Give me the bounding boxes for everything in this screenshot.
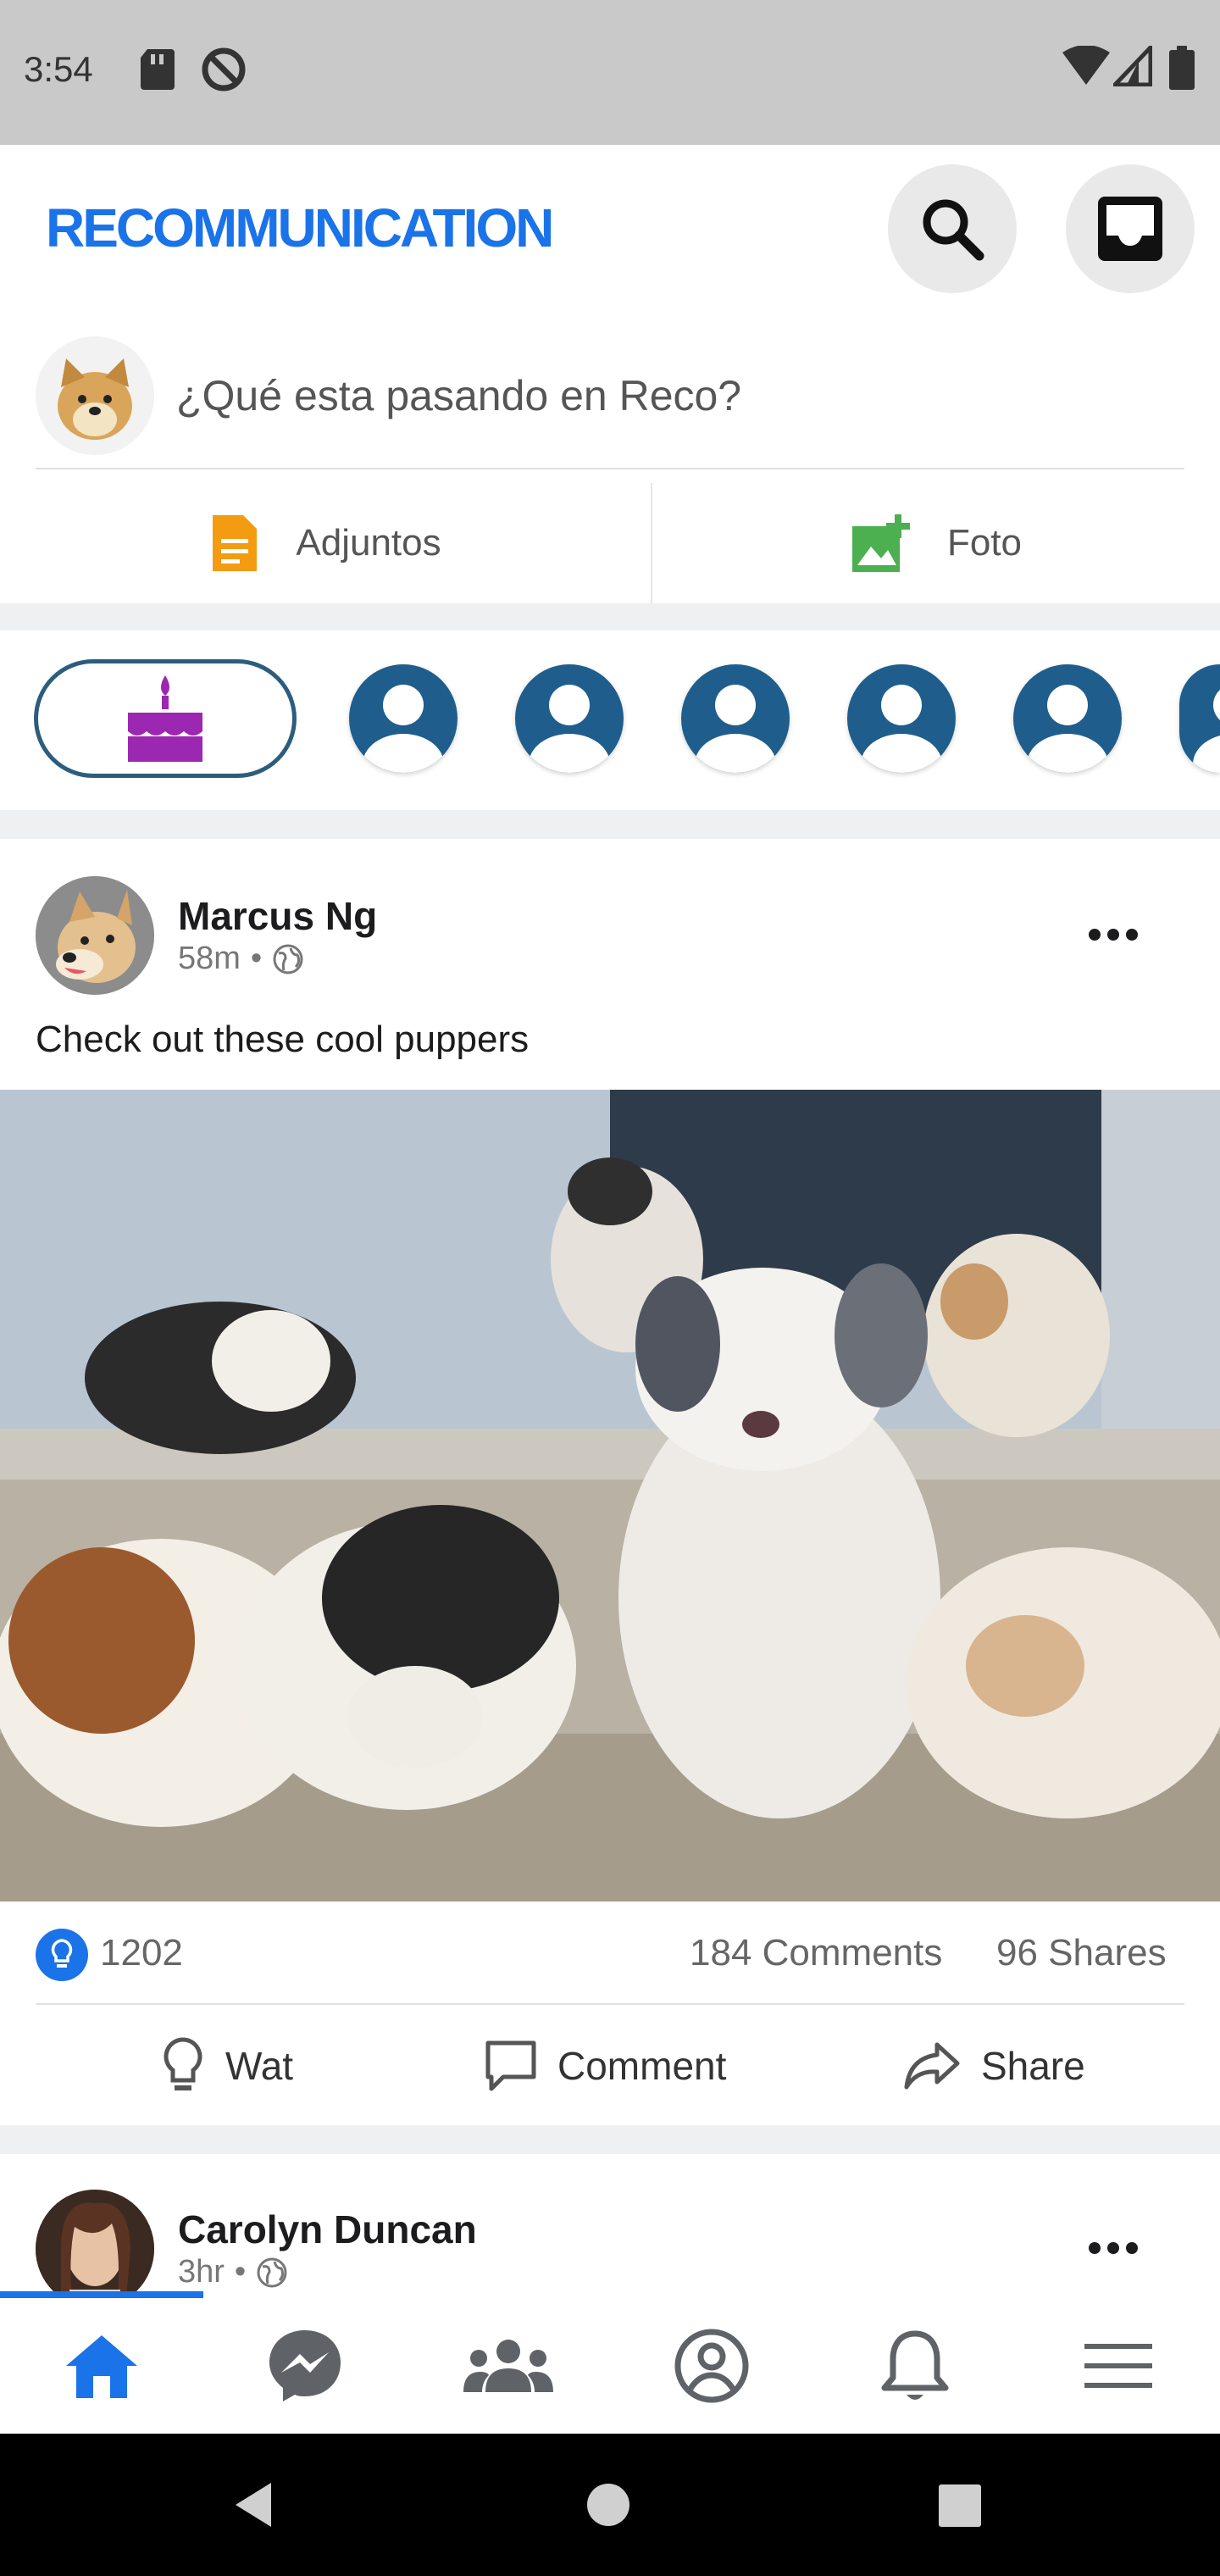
globe-icon bbox=[273, 944, 303, 974]
nav-groups[interactable] bbox=[407, 2298, 610, 2434]
inbox-icon bbox=[1098, 197, 1162, 261]
signal-icon bbox=[1113, 46, 1152, 86]
likes-count[interactable]: 1202 bbox=[100, 1932, 183, 1974]
like-button[interactable]: Wat bbox=[161, 2024, 293, 2108]
meta-dot: • bbox=[234, 2254, 247, 2290]
post-author-name[interactable]: Marcus Ng bbox=[178, 893, 377, 939]
groups-icon bbox=[463, 2340, 553, 2392]
nav-notifications[interactable] bbox=[813, 2298, 1017, 2434]
nav-profile[interactable] bbox=[610, 2298, 813, 2434]
story-avatar[interactable] bbox=[1179, 664, 1220, 773]
story-avatar[interactable] bbox=[1013, 664, 1122, 773]
story-avatar[interactable] bbox=[349, 664, 458, 773]
inbox-button[interactable] bbox=[1066, 164, 1195, 293]
comments-count[interactable]: 184 Comments bbox=[690, 1932, 942, 1974]
nav-active-indicator bbox=[0, 2291, 203, 2298]
photo-label: Foto bbox=[946, 522, 1023, 564]
hamburger-menu-icon bbox=[1084, 2344, 1152, 2388]
home-icon bbox=[66, 2335, 137, 2398]
add-photo-icon bbox=[851, 514, 910, 572]
post-time: 58m bbox=[178, 941, 241, 976]
back-icon[interactable] bbox=[232, 2481, 274, 2529]
post-photo[interactable] bbox=[0, 1090, 1220, 1901]
status-bar: 3:54 bbox=[0, 0, 1220, 145]
section-separator bbox=[0, 2125, 1220, 2154]
recents-icon[interactable] bbox=[939, 2484, 981, 2527]
bottom-nav bbox=[0, 2298, 1220, 2434]
nav-messenger[interactable] bbox=[203, 2298, 407, 2434]
puppies-image bbox=[0, 1090, 1220, 1901]
share-label: Share bbox=[981, 2044, 1085, 2088]
messenger-icon bbox=[269, 2330, 341, 2401]
system-nav-bar bbox=[0, 2434, 1220, 2576]
attach-button[interactable]: Adjuntos bbox=[0, 483, 651, 603]
woman-avatar-icon bbox=[36, 2190, 154, 2308]
bell-icon bbox=[881, 2330, 949, 2400]
document-icon bbox=[213, 515, 258, 571]
dog-avatar-icon bbox=[36, 876, 154, 995]
birthday-button[interactable] bbox=[34, 659, 297, 778]
story-avatar[interactable] bbox=[681, 664, 790, 773]
account-circle-icon bbox=[674, 2329, 749, 2403]
post-text: Check out these cool puppers bbox=[36, 1019, 530, 1060]
person-icon bbox=[861, 685, 942, 773]
divider bbox=[36, 468, 1184, 469]
lightbulb-icon bbox=[164, 2037, 202, 2090]
next-post-author-name[interactable]: Carolyn Duncan bbox=[178, 2207, 477, 2252]
photo-button[interactable]: Foto bbox=[652, 483, 1220, 603]
post-author-avatar[interactable] bbox=[36, 876, 154, 995]
section-separator bbox=[0, 603, 1220, 630]
user-avatar[interactable] bbox=[36, 336, 154, 455]
person-icon bbox=[1027, 685, 1108, 773]
search-button[interactable] bbox=[888, 164, 1017, 293]
like-badge-icon bbox=[36, 1929, 88, 1981]
post-meta: 58m • bbox=[178, 941, 304, 977]
meta-dot: • bbox=[250, 941, 263, 976]
cake-icon bbox=[128, 675, 202, 762]
next-post-time: 3hr bbox=[178, 2254, 225, 2290]
story-avatar[interactable] bbox=[847, 664, 956, 773]
story-avatar[interactable] bbox=[515, 664, 624, 773]
wifi-icon bbox=[1062, 46, 1110, 85]
sd-card-icon bbox=[141, 49, 175, 90]
more-options-button[interactable] bbox=[1084, 926, 1143, 943]
person-icon bbox=[529, 685, 610, 773]
next-post-author-avatar[interactable] bbox=[36, 2190, 154, 2308]
data-saver-icon bbox=[202, 47, 246, 92]
like-label: Wat bbox=[225, 2044, 294, 2088]
person-icon bbox=[695, 685, 776, 773]
comment-button[interactable]: Comment bbox=[485, 2024, 726, 2108]
attach-label: Adjuntos bbox=[296, 522, 441, 564]
app-title: RECOMMUNICATION bbox=[46, 197, 554, 258]
nav-home[interactable] bbox=[0, 2298, 203, 2434]
more-options-button[interactable] bbox=[1084, 2240, 1143, 2257]
composer-input[interactable]: ¿Qué esta pasando en Reco? bbox=[176, 371, 741, 420]
comment-icon bbox=[485, 2040, 536, 2091]
home-circle-icon[interactable] bbox=[586, 2483, 630, 2527]
doge-avatar-icon bbox=[36, 336, 154, 455]
share-icon bbox=[904, 2042, 960, 2090]
next-post-meta: 3hr • bbox=[178, 2254, 288, 2290]
shares-count[interactable]: 96 Shares bbox=[996, 1932, 1167, 1974]
person-icon bbox=[363, 685, 444, 773]
share-button[interactable]: Share bbox=[903, 2024, 1085, 2108]
section-separator bbox=[0, 810, 1220, 839]
divider bbox=[36, 2003, 1184, 2005]
comment-label: Comment bbox=[557, 2044, 727, 2088]
status-time: 3:54 bbox=[24, 49, 93, 89]
search-icon bbox=[923, 199, 984, 261]
nav-menu[interactable] bbox=[1017, 2298, 1220, 2434]
globe-icon bbox=[257, 2257, 287, 2287]
person-icon bbox=[1193, 690, 1220, 773]
battery-icon bbox=[1169, 46, 1195, 90]
